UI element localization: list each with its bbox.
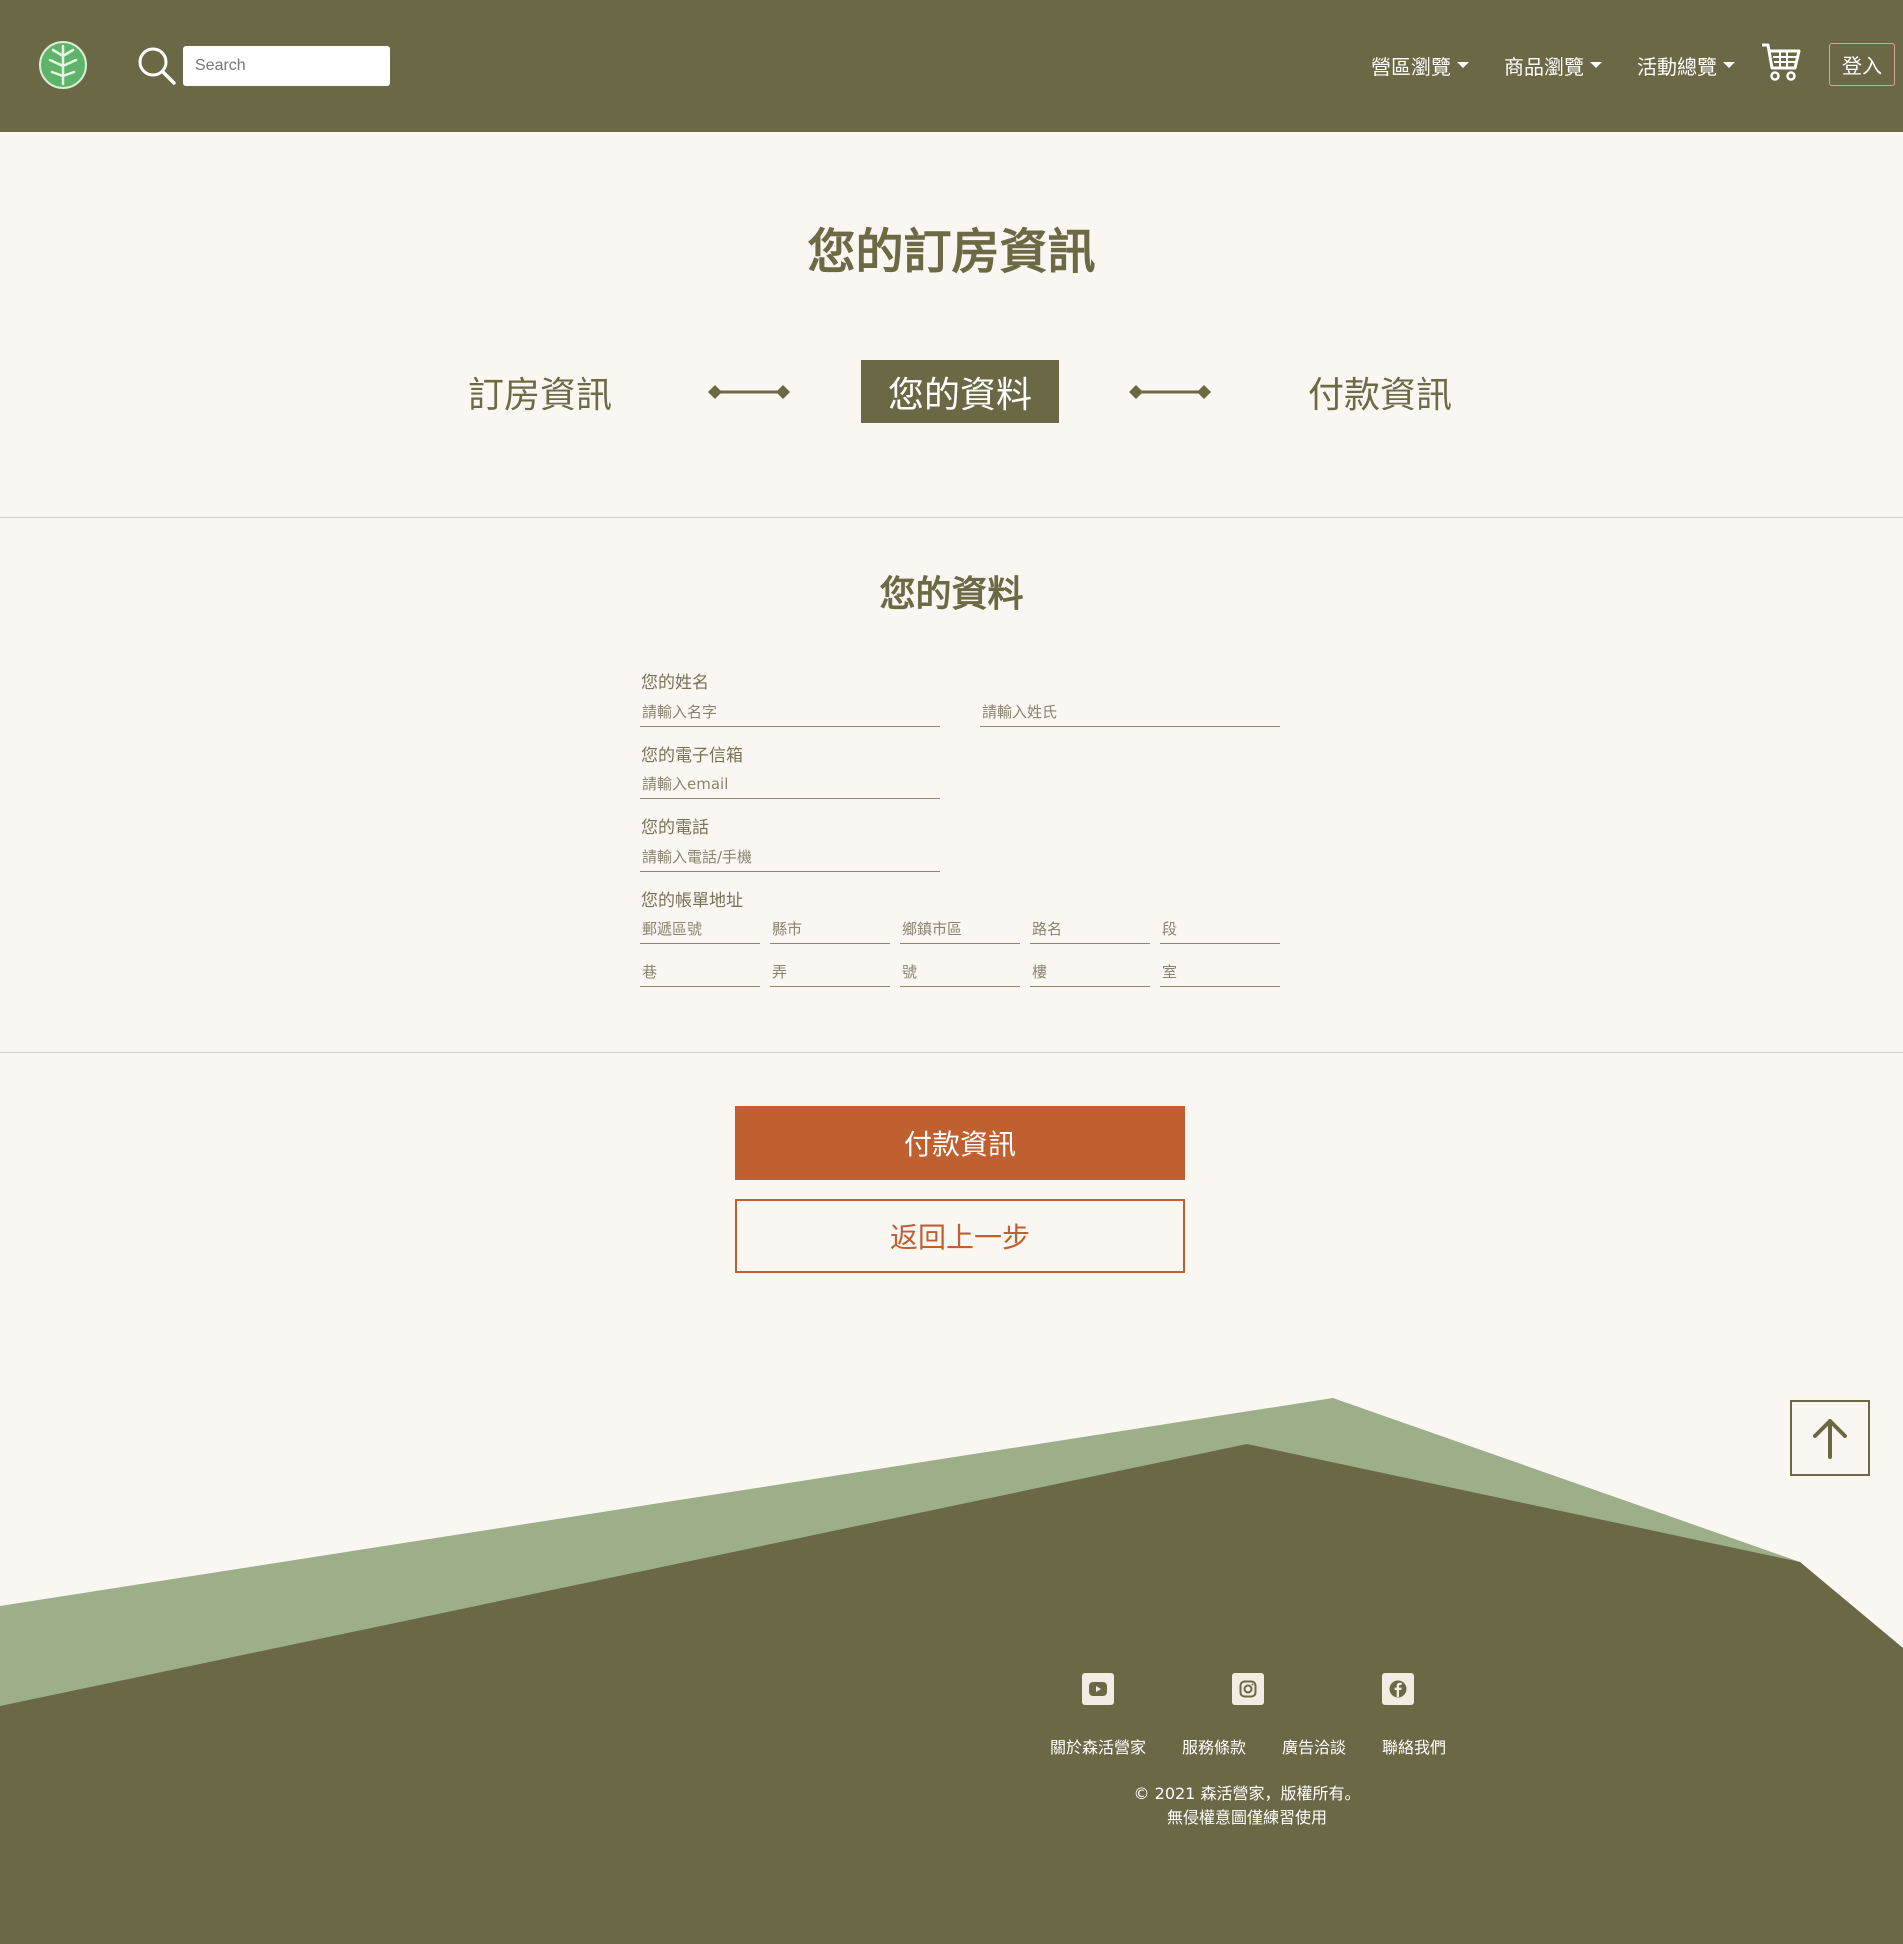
floor-field[interactable] [1030, 957, 1150, 987]
last-name-field[interactable] [980, 697, 1280, 727]
copyright-text: © 2021 森活營家，版權所有。 [1133, 1784, 1361, 1803]
search-icon[interactable] [137, 46, 177, 86]
chevron-down-icon [1723, 62, 1735, 68]
nav-product-browse[interactable]: 商品瀏覽 [1504, 50, 1602, 80]
search-input[interactable] [183, 46, 390, 86]
road-field[interactable] [1030, 914, 1150, 944]
facebook-icon[interactable] [1382, 1673, 1414, 1705]
footer-link-contact[interactable]: 聯絡我們 [1382, 1734, 1446, 1758]
footer-link-advertising[interactable]: 廣告洽談 [1282, 1734, 1346, 1758]
postal-code-field[interactable] [640, 914, 760, 944]
name-label: 您的姓名 [641, 673, 709, 693]
room-field[interactable] [1160, 957, 1280, 987]
login-button[interactable]: 登入 [1829, 43, 1895, 86]
back-to-top-button[interactable] [1790, 1400, 1870, 1476]
nav-campsite-browse[interactable]: 營區瀏覽 [1371, 50, 1469, 80]
cart-icon[interactable] [1760, 42, 1802, 82]
back-button[interactable]: 返回上一步 [735, 1199, 1185, 1273]
logo-tree-icon[interactable] [38, 40, 88, 90]
instagram-icon[interactable] [1232, 1673, 1264, 1705]
divider [0, 1052, 1903, 1053]
first-name-field[interactable] [640, 697, 940, 727]
email-field[interactable] [640, 769, 940, 799]
address-label: 您的帳單地址 [641, 891, 743, 911]
step-booking-info: 訂房資訊 [467, 374, 612, 416]
step-connector-icon [1129, 385, 1211, 399]
nav-activity-overview[interactable]: 活動總覽 [1637, 50, 1735, 80]
section-field[interactable] [1160, 914, 1280, 944]
email-label: 您的電子信箱 [641, 746, 743, 766]
footer-mountain-background [0, 1398, 1903, 1944]
alley-field[interactable] [770, 957, 890, 987]
page-title: 您的訂房資訊 [807, 224, 1096, 280]
step-payment-info: 付款資訊 [1307, 374, 1452, 416]
divider [0, 517, 1903, 518]
section-title: 您的資料 [879, 574, 1024, 615]
footer-link-about[interactable]: 關於森活營家 [1050, 1734, 1146, 1758]
county-field[interactable] [770, 914, 890, 944]
nav-campsite-browse-label: 營區瀏覽 [1371, 54, 1451, 79]
youtube-icon[interactable] [1082, 1673, 1114, 1705]
arrow-up-icon [1813, 1419, 1847, 1459]
district-field[interactable] [900, 914, 1020, 944]
nav-product-browse-label: 商品瀏覽 [1504, 54, 1584, 79]
payment-info-button[interactable]: 付款資訊 [735, 1106, 1185, 1180]
footer-link-terms[interactable]: 服務條款 [1182, 1734, 1246, 1758]
phone-field[interactable] [640, 842, 940, 872]
chevron-down-icon [1590, 62, 1602, 68]
phone-label: 您的電話 [641, 818, 709, 838]
step-connector-icon [708, 385, 790, 399]
nav-activity-overview-label: 活動總覽 [1637, 54, 1717, 79]
step-your-info: 您的資料 [861, 360, 1059, 423]
navbar: 營區瀏覽 商品瀏覽 活動總覽 登入 [0, 0, 1903, 132]
disclaimer-text: 無侵權意圖僅練習使用 [1166, 1808, 1327, 1827]
chevron-down-icon [1457, 62, 1469, 68]
lane-field[interactable] [640, 957, 760, 987]
number-field[interactable] [900, 957, 1020, 987]
